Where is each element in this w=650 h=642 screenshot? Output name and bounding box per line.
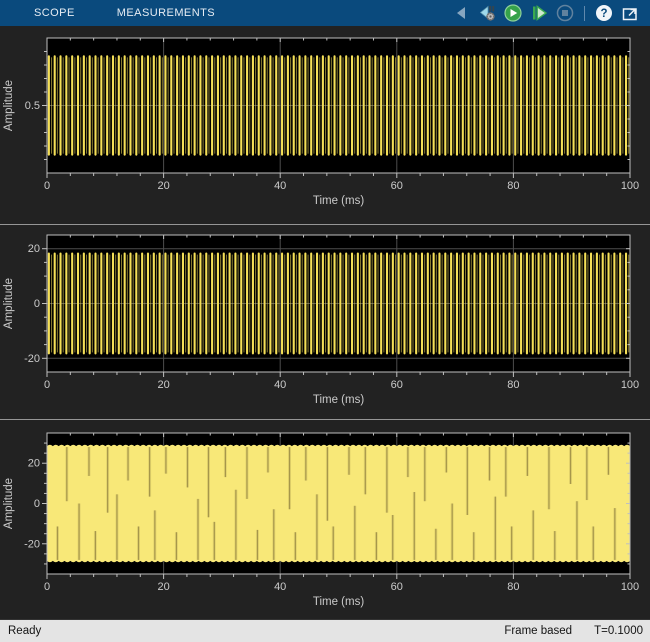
scope-plot-3[interactable]: 0 20 40 60 80 100 20 0 -20 Time (ms) Amplitude [0, 420, 650, 619]
step-forward-button[interactable] [529, 3, 549, 23]
run-button[interactable] [503, 3, 523, 23]
help-button[interactable]: ? [594, 3, 614, 23]
tab-bar: SCOPE MEASUREMENTS [0, 0, 236, 26]
svg-text:100: 100 [621, 180, 639, 192]
svg-text:0.5: 0.5 [25, 100, 40, 112]
toolbar-divider [584, 6, 585, 21]
svg-text:Time (ms): Time (ms) [313, 195, 364, 207]
svg-text:Amplitude: Amplitude [3, 478, 15, 529]
stop-icon [558, 6, 573, 21]
svg-text:0: 0 [34, 498, 40, 510]
svg-text:-20: -20 [24, 353, 40, 365]
svg-text:0: 0 [34, 298, 40, 310]
help-icon: ? [596, 5, 612, 21]
svg-text:100: 100 [621, 581, 639, 593]
svg-text:60: 60 [391, 379, 403, 391]
svg-text:40: 40 [274, 180, 286, 192]
svg-text:20: 20 [157, 180, 169, 192]
toolstrip: SCOPE MEASUREMENTS [0, 0, 650, 26]
tab-scope[interactable]: SCOPE [13, 0, 96, 26]
svg-text:80: 80 [507, 379, 519, 391]
step-back-button[interactable] [477, 3, 497, 23]
svg-text:?: ? [600, 8, 607, 20]
status-message: Ready [0, 625, 41, 637]
svg-text:Time (ms): Time (ms) [313, 596, 364, 608]
status-sim-time: T=0.1000 [594, 625, 643, 637]
svg-text:Amplitude: Amplitude [3, 278, 15, 329]
tab-measurements[interactable]: MEASUREMENTS [96, 0, 236, 26]
svg-text:80: 80 [507, 581, 519, 593]
scope-plot-1[interactable]: 0 20 40 60 80 100 0.5 Time (ms) Amplitude [0, 26, 650, 224]
svg-text:20: 20 [157, 379, 169, 391]
svg-text:0: 0 [44, 180, 50, 192]
step-forward-icon [533, 7, 546, 20]
svg-text:60: 60 [391, 180, 403, 192]
step-back-gear-icon [481, 6, 495, 21]
scope-plot-2[interactable]: 0 20 40 60 80 100 20 0 -20 Time (ms) Amplitude [0, 225, 650, 419]
scope-display-area: 0 20 40 60 80 100 0.5 Time (ms) Amplitude 0 20 40 6… [0, 26, 650, 619]
svg-text:Time (ms): Time (ms) [313, 394, 364, 406]
svg-text:60: 60 [391, 581, 403, 593]
dock-icon [624, 9, 637, 20]
svg-text:40: 40 [274, 581, 286, 593]
svg-text:40: 40 [274, 379, 286, 391]
status-mode: Frame based [504, 625, 572, 637]
run-icon [505, 5, 521, 21]
status-bar: Ready Frame based T=0.1000 [0, 619, 650, 642]
svg-text:-20: -20 [24, 538, 40, 550]
svg-text:20: 20 [28, 458, 40, 470]
dock-button[interactable] [620, 3, 640, 23]
svg-text:0: 0 [44, 379, 50, 391]
collapse-chevron-icon[interactable] [451, 3, 471, 23]
playback-toolbar: ? [451, 3, 650, 23]
svg-text:80: 80 [507, 180, 519, 192]
svg-text:0: 0 [44, 581, 50, 593]
svg-text:100: 100 [621, 379, 639, 391]
stop-button[interactable] [555, 3, 575, 23]
svg-text:Amplitude: Amplitude [3, 80, 15, 131]
svg-text:20: 20 [28, 243, 40, 255]
svg-text:20: 20 [157, 581, 169, 593]
